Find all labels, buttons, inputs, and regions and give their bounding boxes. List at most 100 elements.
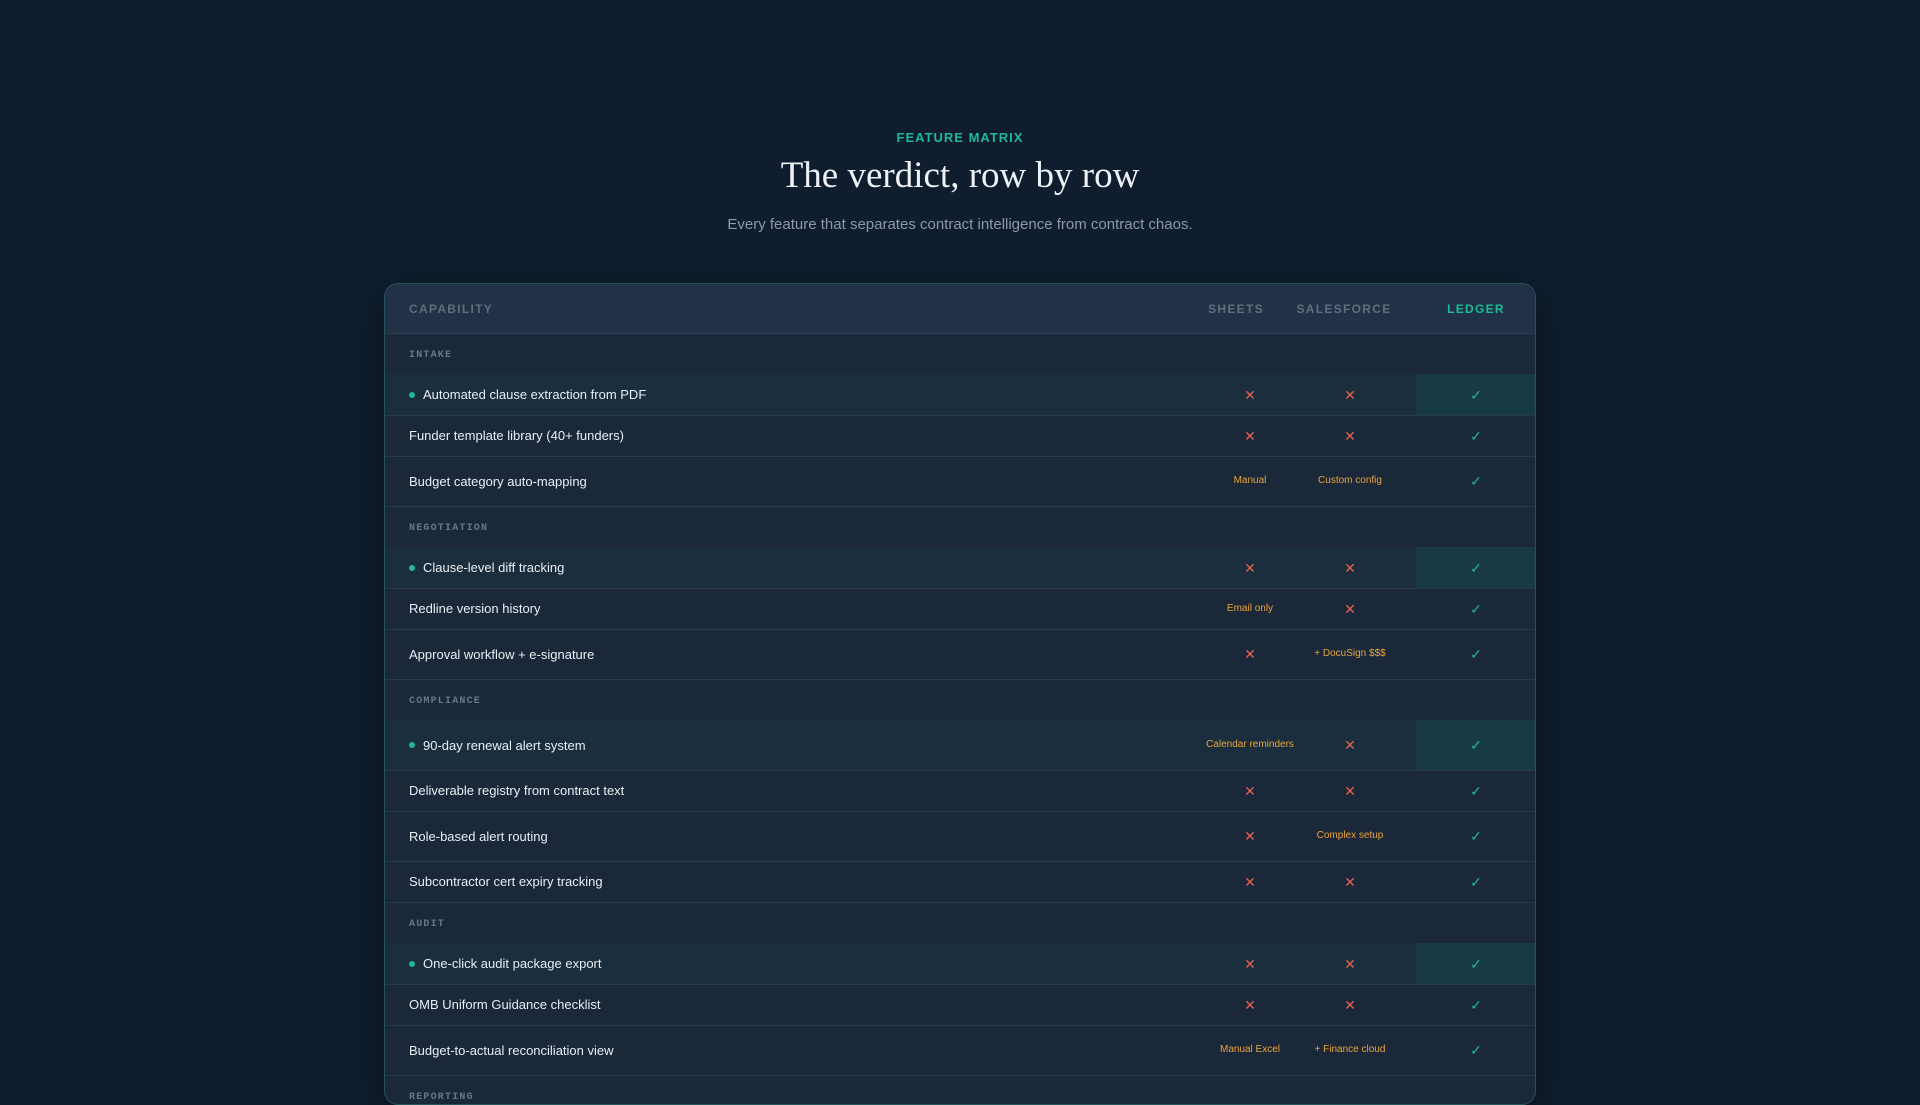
section-label: COMPLIANCE xyxy=(409,696,482,707)
feature-name-text: Redline version history xyxy=(409,601,541,616)
table-row: Clause-level diff tracking ✕ ✕ ✓ xyxy=(385,547,1535,589)
highlight-dot-icon xyxy=(409,564,415,571)
salesforce-note: + DocuSign $$$ xyxy=(1314,648,1386,659)
feature-name-text: Clause-level diff tracking xyxy=(423,560,565,575)
column-header-ledger: LEDGER xyxy=(1447,302,1505,316)
sheets-cross-icon: ✕ xyxy=(1244,427,1256,444)
section-label: NEGOTIATION xyxy=(409,523,489,534)
section-row: NEGOTIATION xyxy=(385,506,1535,548)
ledger-check-icon: ✓ xyxy=(1470,386,1482,403)
salesforce-note: Custom config xyxy=(1318,475,1382,486)
feature-matrix-table: CAPABILITY SHEETS SALESFORCE LEDGER INTA… xyxy=(384,283,1536,1105)
table-row: Subcontractor cert expiry tracking ✕ ✕ ✓ xyxy=(385,861,1535,903)
sheets-cross-icon: ✕ xyxy=(1244,828,1256,844)
feature-name: Subcontractor cert expiry tracking xyxy=(409,861,603,902)
sheets-cross-icon: ✕ xyxy=(1244,559,1256,576)
feature-name-text: Budget category auto-mapping xyxy=(409,473,587,489)
feature-name: One-click audit package export xyxy=(409,943,601,984)
feature-name-text: Funder template library (40+ funders) xyxy=(409,428,624,443)
salesforce-note: + Finance cloud xyxy=(1314,1044,1386,1055)
salesforce-cross-icon: ✕ xyxy=(1344,386,1356,403)
ledger-check-icon: ✓ xyxy=(1470,473,1482,489)
table-row: Funder template library (40+ funders) ✕ ✕ ✓ xyxy=(385,415,1535,457)
eyebrow-label: FEATURE MATRIX xyxy=(896,130,1024,145)
ledger-check-icon: ✓ xyxy=(1470,955,1482,972)
feature-name: Deliverable registry from contract text xyxy=(409,770,624,811)
feature-name: Clause-level diff tracking xyxy=(409,547,564,588)
ledger-check-icon: ✓ xyxy=(1470,996,1482,1013)
ledger-check-icon: ✓ xyxy=(1470,1042,1482,1058)
feature-name: OMB Uniform Guidance checklist xyxy=(409,984,600,1025)
feature-name-text: 90-day renewal alert system xyxy=(423,737,586,753)
salesforce-cross-icon: ✕ xyxy=(1344,955,1356,972)
salesforce-cross-icon: ✕ xyxy=(1344,996,1356,1013)
ledger-check-icon: ✓ xyxy=(1470,737,1482,753)
table-row: Budget category auto-mapping Manual Custom… xyxy=(385,456,1535,507)
feature-name-text: One-click audit package export xyxy=(423,956,602,971)
section-label: AUDIT xyxy=(409,919,446,930)
feature-name-text: Approval workflow + e-signature xyxy=(409,646,595,662)
sheets-note: Manual Excel xyxy=(1219,1044,1281,1055)
sheets-cross-icon: ✕ xyxy=(1244,873,1256,890)
table-row: One-click audit package export ✕ ✕ ✓ xyxy=(385,943,1535,985)
table-row: Budget-to-actual reconciliation view Manu… xyxy=(385,1025,1535,1076)
ledger-check-icon: ✓ xyxy=(1470,559,1482,576)
feature-name-text: Role-based alert routing xyxy=(409,828,548,844)
feature-name: 90-day renewal alert system xyxy=(409,720,586,770)
section-row: AUDIT xyxy=(385,902,1535,944)
table-row: Automated clause extraction from PDF ✕ ✕ ✓ xyxy=(385,374,1535,416)
table-row: OMB Uniform Guidance checklist ✕ ✕ ✓ xyxy=(385,984,1535,1026)
ledger-check-icon: ✓ xyxy=(1470,646,1482,662)
sheets-cross-icon: ✕ xyxy=(1244,646,1256,662)
column-header-salesforce: SALESFORCE xyxy=(1296,302,1392,316)
highlight-dot-icon xyxy=(409,391,415,398)
feature-name: Automated clause extraction from PDF xyxy=(409,374,646,415)
salesforce-cross-icon: ✕ xyxy=(1344,427,1356,444)
page-subtitle: Every feature that separates contract in… xyxy=(727,216,1193,233)
sheets-cross-icon: ✕ xyxy=(1244,386,1256,403)
section-row: COMPLIANCE xyxy=(385,679,1535,721)
feature-name-text: OMB Uniform Guidance checklist xyxy=(409,997,601,1012)
section-label: INTAKE xyxy=(409,350,453,361)
sheets-note: Email only xyxy=(1226,602,1274,614)
table-row: Approval workflow + e-signature ✕ + DocuSi… xyxy=(385,629,1535,680)
salesforce-cross-icon: ✕ xyxy=(1344,559,1356,576)
highlight-dot-icon xyxy=(409,960,415,967)
salesforce-cross-icon: ✕ xyxy=(1344,782,1356,799)
sheets-cross-icon: ✕ xyxy=(1244,996,1256,1013)
ledger-check-icon: ✓ xyxy=(1470,782,1482,799)
sheets-note: Manual xyxy=(1233,475,1267,486)
sheets-cross-icon: ✕ xyxy=(1244,955,1256,972)
feature-name: Budget category auto-mapping xyxy=(409,456,587,506)
table-row: Role-based alert routing ✕ Complex setup ✓ xyxy=(385,811,1535,862)
highlight-dot-icon xyxy=(409,742,415,748)
feature-name: Budget-to-actual reconciliation view xyxy=(409,1025,614,1075)
feature-name: Redline version history xyxy=(409,588,541,629)
salesforce-note: Complex setup xyxy=(1316,830,1384,841)
column-header-capability: CAPABILITY xyxy=(409,302,494,316)
feature-name: Funder template library (40+ funders) xyxy=(409,415,624,456)
salesforce-cross-icon: ✕ xyxy=(1344,873,1356,890)
ledger-check-icon: ✓ xyxy=(1470,873,1482,890)
feature-name-text: Budget-to-actual reconciliation view xyxy=(409,1042,614,1058)
sheets-cross-icon: ✕ xyxy=(1244,782,1256,799)
column-header-sheets: SHEETS xyxy=(1208,302,1264,316)
section-row: INTAKE xyxy=(385,333,1535,375)
sheets-note: Calendar reminders xyxy=(1206,739,1294,750)
ledger-check-icon: ✓ xyxy=(1470,828,1482,844)
salesforce-cross-icon: ✕ xyxy=(1344,737,1356,753)
feature-name: Role-based alert routing xyxy=(409,811,548,861)
table-row: Deliverable registry from contract text ✕… xyxy=(385,770,1535,812)
feature-name-text: Subcontractor cert expiry tracking xyxy=(409,874,603,889)
ledger-check-icon: ✓ xyxy=(1470,427,1482,444)
page-title: The verdict, row by row xyxy=(780,155,1140,196)
feature-name-text: Deliverable registry from contract text xyxy=(409,783,625,798)
table-row: Redline version history Email only ✕ ✓ xyxy=(385,588,1535,630)
table-header: CAPABILITY SHEETS SALESFORCE LEDGER xyxy=(385,284,1535,334)
feature-name: Approval workflow + e-signature xyxy=(409,629,594,679)
salesforce-cross-icon: ✕ xyxy=(1344,600,1356,617)
ledger-check-icon: ✓ xyxy=(1470,600,1482,617)
section-label: REPORTING xyxy=(409,1092,474,1103)
feature-name-text: Automated clause extraction from PDF xyxy=(423,387,647,402)
table-row: 90-day renewal alert system Calendar remi… xyxy=(385,720,1535,771)
